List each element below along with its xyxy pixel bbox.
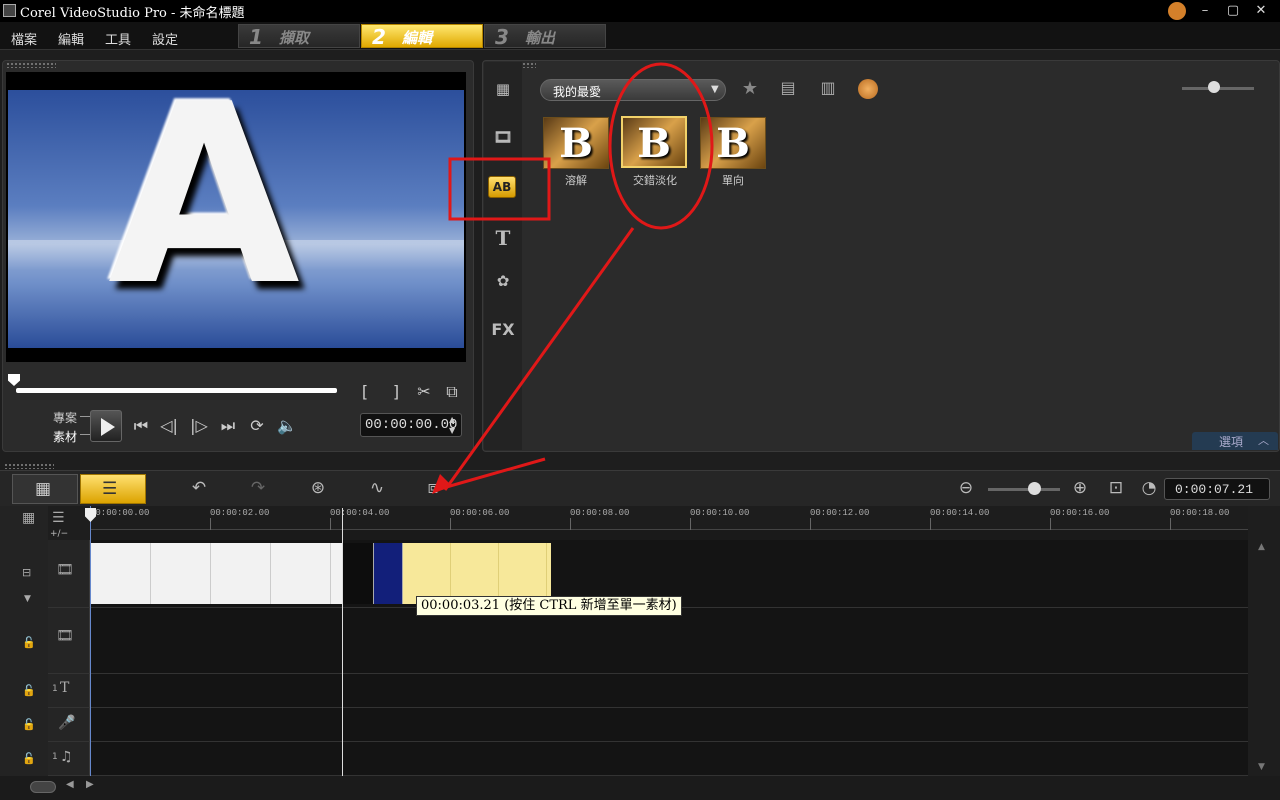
arrow-line xyxy=(435,457,546,492)
app-window: Corel VideoStudio Pro - 未命名標題 – ▢ ✕ 檔案 編… xyxy=(0,0,1280,800)
highlight-ellipse xyxy=(608,62,714,230)
arrow-head xyxy=(432,474,452,494)
highlight-rect xyxy=(448,157,551,221)
annotation-overlay xyxy=(432,62,714,494)
arrow-line xyxy=(443,227,635,491)
